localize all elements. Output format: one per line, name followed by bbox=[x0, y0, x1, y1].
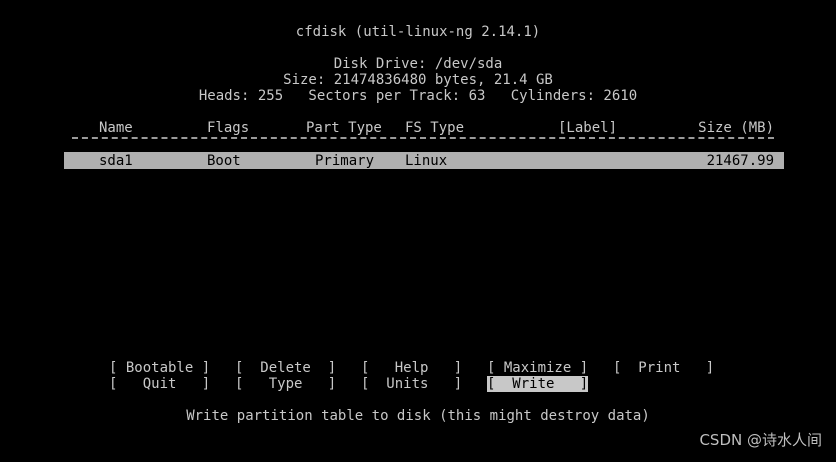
type-button[interactable]: [ Type ] bbox=[235, 376, 336, 392]
partition-size: 21467.99 bbox=[706, 153, 774, 169]
disk-drive-label: Disk Drive: /dev/sda bbox=[333, 56, 503, 72]
write-button[interactable]: [ Write ] bbox=[487, 376, 589, 392]
bootable-button[interactable]: [ Bootable ] bbox=[109, 360, 210, 376]
partition-part-type: Primary bbox=[315, 153, 375, 169]
program-title: cfdisk (util-linux-ng 2.14.1) bbox=[295, 24, 541, 40]
print-button[interactable]: [ Print ] bbox=[613, 360, 714, 376]
disk-size-label: Size: 21474836480 bytes, 21.4 GB bbox=[283, 72, 553, 88]
column-header-size: Size (MB) bbox=[698, 120, 774, 136]
column-header-part-type: Part Type bbox=[306, 120, 382, 136]
column-header-fs-type: FS Type bbox=[405, 120, 465, 136]
units-button[interactable]: [ Units ] bbox=[361, 376, 462, 392]
partition-name: sda1 bbox=[99, 153, 133, 169]
partition-flags: Boot bbox=[207, 153, 241, 169]
partition-row-sda1[interactable]: sda1 Boot Primary Linux 21467.99 bbox=[64, 152, 784, 169]
status-message: Write partition table to disk (this migh… bbox=[186, 408, 650, 424]
delete-button[interactable]: [ Delete ] bbox=[235, 360, 336, 376]
cfdisk-terminal-screen: cfdisk (util-linux-ng 2.14.1) Disk Drive… bbox=[0, 0, 836, 462]
quit-button[interactable]: [ Quit ] bbox=[109, 376, 210, 392]
table-header-separator bbox=[72, 137, 774, 139]
help-button[interactable]: [ Help ] bbox=[361, 360, 462, 376]
column-header-flags: Flags bbox=[207, 120, 250, 136]
column-header-name: Name bbox=[99, 120, 133, 136]
column-header-label: [Label] bbox=[558, 120, 618, 136]
maximize-button[interactable]: [ Maximize ] bbox=[487, 360, 588, 376]
partition-fs-type: Linux bbox=[405, 153, 448, 169]
disk-geometry-label: Heads: 255 Sectors per Track: 63 Cylinde… bbox=[198, 88, 638, 104]
watermark: CSDN @诗水人间 bbox=[699, 431, 822, 449]
